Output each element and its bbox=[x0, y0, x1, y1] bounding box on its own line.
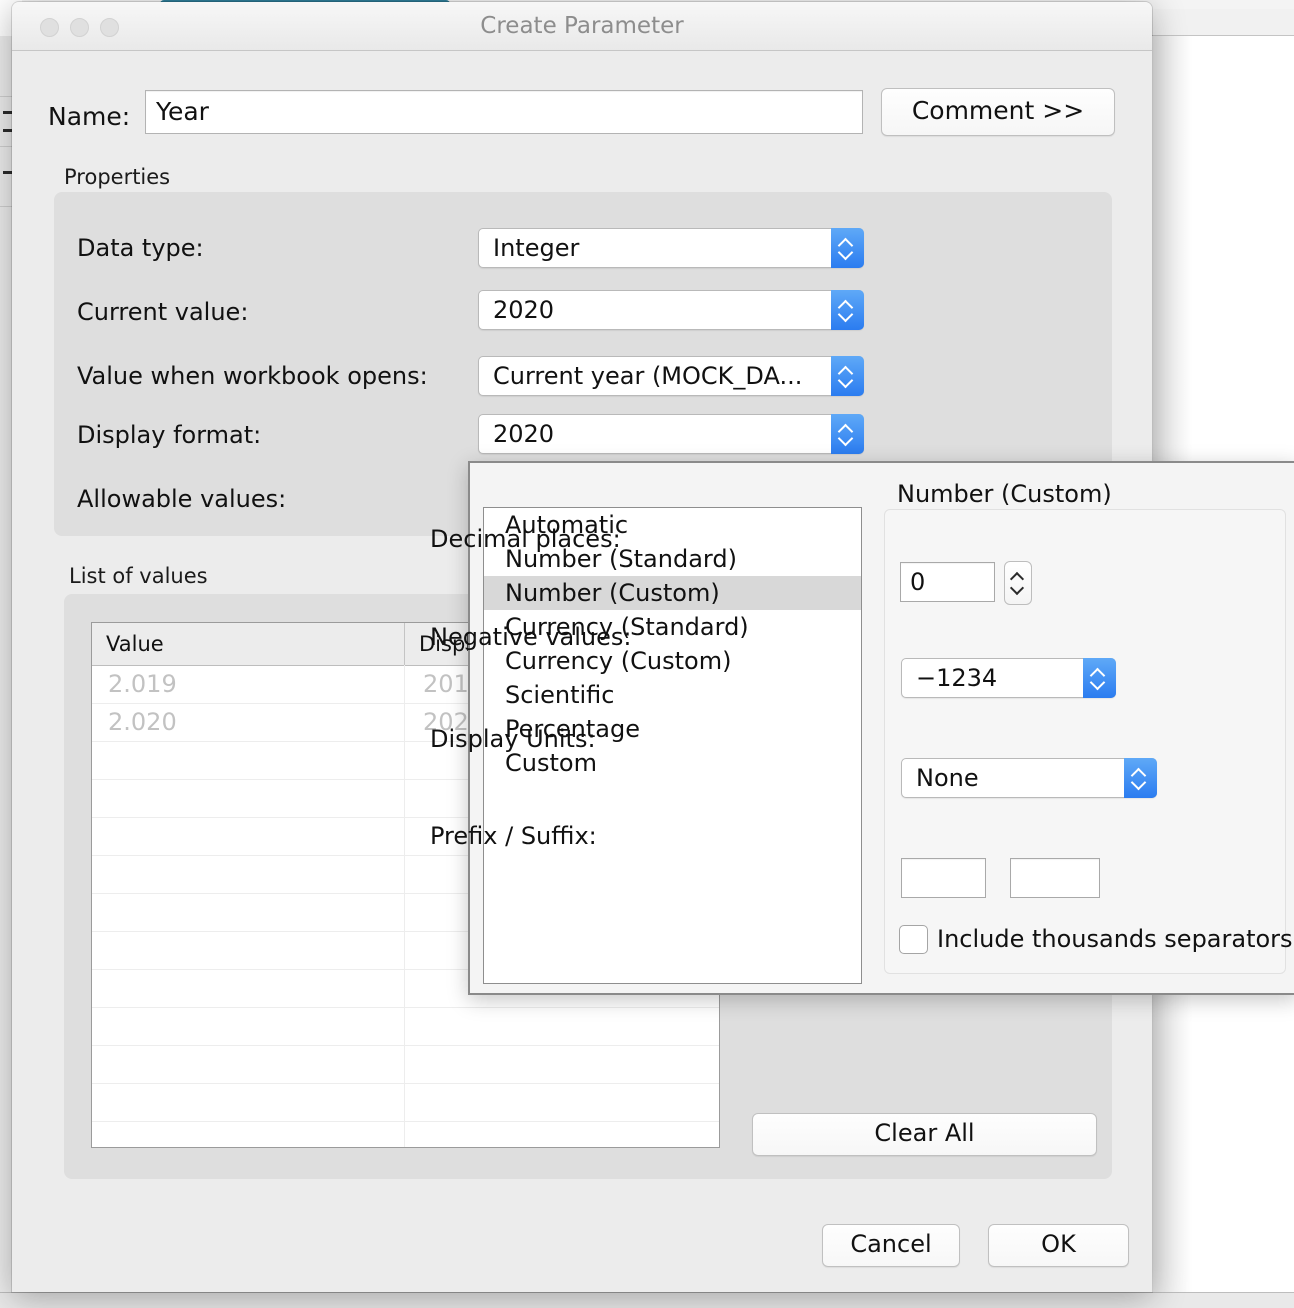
name-label: Name: bbox=[48, 102, 131, 131]
chevron-updown-icon bbox=[831, 290, 864, 330]
decimal-places-stepper[interactable] bbox=[1004, 561, 1032, 605]
negative-values-value: −1234 bbox=[916, 664, 998, 692]
cell-value[interactable]: 2.020 bbox=[92, 703, 405, 741]
cell-value[interactable] bbox=[92, 855, 405, 893]
dialog-titlebar[interactable]: Create Parameter bbox=[12, 2, 1152, 51]
prefix-suffix-label: Prefix / Suffix: bbox=[430, 822, 597, 850]
negative-values-label: Negative values: bbox=[430, 623, 632, 651]
table-row[interactable] bbox=[92, 1007, 719, 1046]
cell-display-as[interactable] bbox=[405, 1121, 719, 1147]
cell-value[interactable] bbox=[92, 1045, 405, 1083]
cell-display-as[interactable] bbox=[405, 1083, 719, 1121]
value-when-workbook-opens-select[interactable]: Current year (MOCK_DA... bbox=[478, 356, 864, 396]
display-format-label: Display format: bbox=[77, 421, 262, 449]
comment-button[interactable]: Comment >> bbox=[881, 88, 1115, 136]
display-format-select[interactable]: 2020 bbox=[478, 414, 864, 454]
cell-value[interactable]: 2.019 bbox=[92, 665, 405, 703]
data-type-label: Data type: bbox=[77, 234, 204, 262]
table-row[interactable] bbox=[92, 1121, 719, 1147]
background-toolbar bbox=[1152, 9, 1294, 36]
chevron-updown-icon bbox=[1124, 758, 1157, 798]
chevron-updown-icon bbox=[831, 228, 864, 268]
display-units-select[interactable]: None bbox=[901, 758, 1157, 798]
display-units-label: Display Units: bbox=[430, 725, 596, 753]
cell-display-as[interactable] bbox=[405, 1007, 719, 1045]
current-value-label: Current value: bbox=[77, 298, 249, 326]
cell-value[interactable] bbox=[92, 1083, 405, 1121]
decimal-places-label: Decimal places: bbox=[430, 525, 621, 553]
cell-value[interactable] bbox=[92, 893, 405, 931]
chevron-updown-icon bbox=[831, 414, 864, 454]
screen-root: Create Parameter Name: Year Comment >> P… bbox=[0, 0, 1294, 1308]
clear-all-button[interactable]: Clear All bbox=[752, 1113, 1097, 1156]
thousands-separators-checkbox[interactable] bbox=[899, 925, 928, 954]
display-format-value: 2020 bbox=[493, 420, 555, 448]
value-when-workbook-opens-label: Value when workbook opens: bbox=[77, 362, 428, 390]
format-option[interactable]: Scientific bbox=[484, 678, 861, 712]
cell-value[interactable] bbox=[92, 1121, 405, 1147]
data-type-value: Integer bbox=[493, 234, 580, 262]
properties-caption: Properties bbox=[64, 165, 171, 189]
cell-value[interactable] bbox=[92, 741, 405, 779]
ok-button[interactable]: OK bbox=[988, 1224, 1129, 1267]
thousands-separators-label: Include thousands separators bbox=[937, 925, 1293, 953]
dialog-title: Create Parameter bbox=[480, 13, 684, 39]
chevron-updown-icon bbox=[1083, 658, 1116, 698]
negative-values-select[interactable]: −1234 bbox=[901, 658, 1116, 698]
chevron-updown-icon bbox=[831, 356, 864, 396]
data-type-select[interactable]: Integer bbox=[478, 228, 864, 268]
table-row[interactable] bbox=[92, 1083, 719, 1122]
display-units-value: None bbox=[916, 764, 979, 792]
background-status-bar bbox=[0, 1292, 1294, 1308]
cell-value[interactable] bbox=[92, 1007, 405, 1045]
column-header-value[interactable]: Value bbox=[92, 623, 405, 665]
cell-value[interactable] bbox=[92, 931, 405, 969]
cell-value[interactable] bbox=[92, 817, 405, 855]
cell-value[interactable] bbox=[92, 969, 405, 1007]
allowable-values-label: Allowable values: bbox=[77, 485, 287, 513]
prefix-input[interactable] bbox=[901, 858, 986, 898]
cancel-button[interactable]: Cancel bbox=[822, 1224, 960, 1267]
cell-value[interactable] bbox=[92, 779, 405, 817]
current-value-select[interactable]: 2020 bbox=[478, 290, 864, 330]
name-input[interactable]: Year bbox=[145, 90, 863, 134]
thousands-separators-row[interactable]: Include thousands separators bbox=[899, 923, 1293, 957]
decimal-places-input[interactable]: 0 bbox=[900, 562, 995, 602]
suffix-input[interactable] bbox=[1010, 858, 1100, 898]
value-when-workbook-opens-value: Current year (MOCK_DA... bbox=[493, 362, 803, 390]
current-value-value: 2020 bbox=[493, 296, 555, 324]
cell-display-as[interactable] bbox=[405, 1045, 719, 1083]
format-panel-title: Number (Custom) bbox=[897, 480, 1112, 508]
list-of-values-caption: List of values bbox=[69, 564, 208, 588]
format-option[interactable]: Number (Custom) bbox=[484, 576, 861, 610]
table-row[interactable] bbox=[92, 1045, 719, 1084]
